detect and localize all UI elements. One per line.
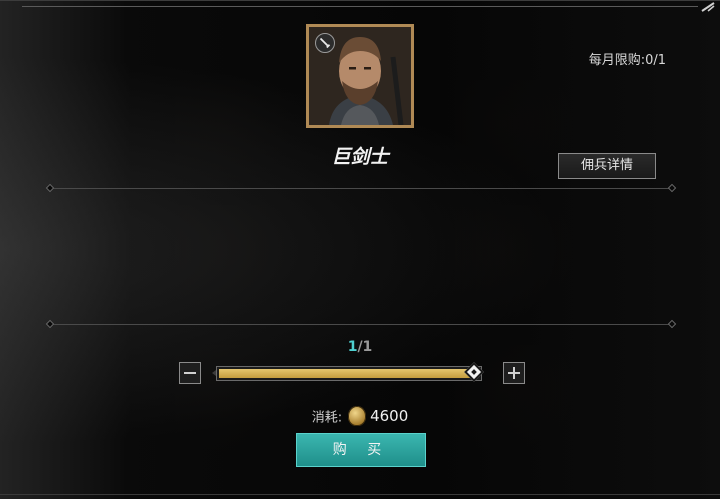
increase-quantity-button[interactable] <box>503 362 525 384</box>
unit-portrait <box>306 24 414 128</box>
monthly-limit-text: 每月限购:0/1 <box>588 53 666 68</box>
cost-row: 消耗: 4600 <box>0 406 720 426</box>
corner-decoration-icon <box>701 2 715 12</box>
top-border <box>22 6 698 7</box>
buy-button[interactable]: 购 买 <box>296 433 426 467</box>
slider-fill <box>219 369 473 378</box>
quantity-total: /1 <box>357 339 373 355</box>
quantity-display: 1/1 <box>0 339 720 355</box>
mercenary-details-button[interactable]: 佣兵详情 <box>558 153 656 179</box>
divider <box>50 188 672 189</box>
bottom-border <box>0 494 720 495</box>
sword-class-icon <box>315 33 335 53</box>
minus-icon <box>184 372 196 374</box>
divider <box>50 324 672 325</box>
quantity-slider[interactable] <box>216 366 482 381</box>
cost-label: 消耗: <box>311 410 343 426</box>
decrease-quantity-button[interactable] <box>179 362 201 384</box>
quantity-current: 1 <box>347 339 358 355</box>
coin-icon <box>348 406 367 426</box>
cost-value: 4600 <box>370 407 409 425</box>
purchase-dialog: 巨剑士 每月限购:0/1 佣兵详情 1/1 消耗: 4600 购 买 <box>0 0 720 499</box>
